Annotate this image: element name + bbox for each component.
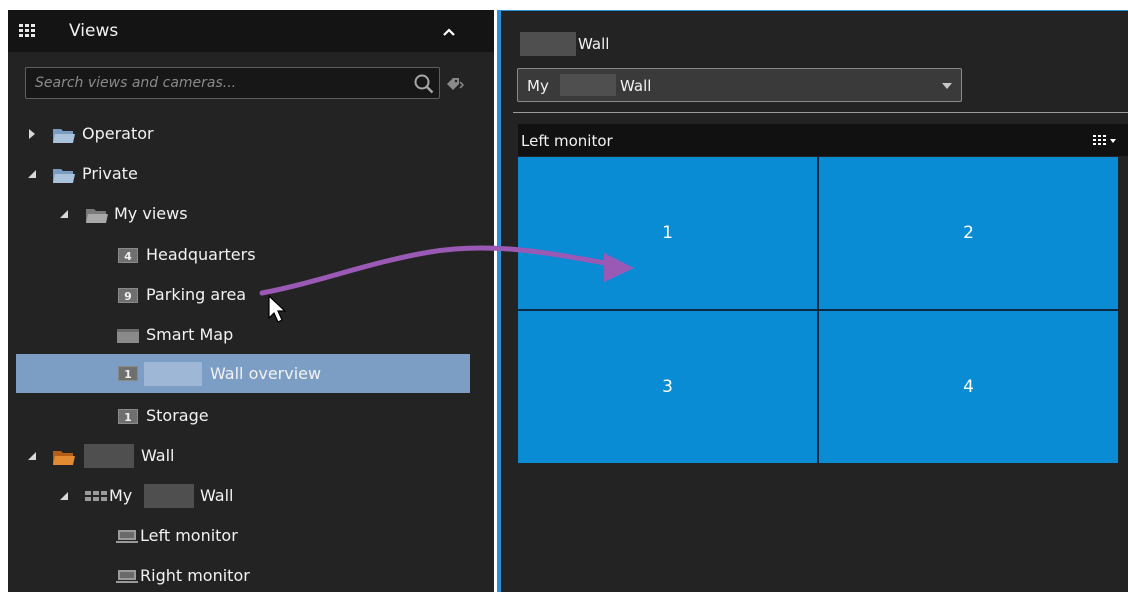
wall-select-dropdown[interactable]: My Wall bbox=[517, 68, 962, 102]
tree-item-storage[interactable]: 1 Storage bbox=[8, 398, 494, 434]
tree-item-wall-folder[interactable]: Wall bbox=[8, 438, 494, 474]
tree-item-my-views[interactable]: My views bbox=[8, 196, 494, 232]
tree-item-right-monitor[interactable]: Right monitor bbox=[8, 558, 494, 592]
cell-number: 4 bbox=[963, 377, 974, 397]
redacted-text bbox=[144, 362, 202, 386]
monitor-header: Left monitor bbox=[518, 124, 1128, 156]
tree-item-my-wall[interactable]: My Wall bbox=[8, 478, 494, 514]
collapse-arrow-icon[interactable] bbox=[27, 169, 37, 179]
folder-icon bbox=[53, 451, 75, 465]
layout-grid-icon[interactable] bbox=[1093, 135, 1106, 145]
tree-label-headquarters: Headquarters bbox=[146, 245, 256, 264]
tree-label-my-wall-suffix: Wall bbox=[200, 486, 234, 505]
collapse-arrow-icon[interactable] bbox=[27, 451, 37, 461]
search-input[interactable] bbox=[26, 68, 406, 98]
tree-label-operator: Operator bbox=[82, 124, 154, 143]
tree-item-wall-overview[interactable]: 1 Wall overview bbox=[16, 354, 470, 393]
cell-number: 1 bbox=[662, 223, 673, 243]
wall-panel-title: Wall bbox=[578, 35, 610, 53]
tree-item-smart-map[interactable]: Smart Map bbox=[8, 317, 494, 353]
tree-label-wall-overview: Wall overview bbox=[210, 364, 322, 383]
view-count-badge: 1 bbox=[118, 409, 138, 424]
folder-icon bbox=[53, 129, 75, 143]
cell-number: 3 bbox=[662, 377, 673, 397]
search-icon[interactable] bbox=[413, 73, 435, 95]
smart-map-icon bbox=[117, 329, 139, 343]
collapse-arrow-icon[interactable] bbox=[59, 491, 69, 501]
view-count-badge: 9 bbox=[118, 288, 138, 303]
view-cell-4[interactable]: 4 bbox=[819, 311, 1118, 463]
tree-item-parking-area[interactable]: 9 Parking area bbox=[8, 277, 494, 313]
folder-icon bbox=[53, 169, 75, 183]
view-cell-2[interactable]: 2 bbox=[819, 157, 1118, 309]
tree-item-headquarters[interactable]: 4 Headquarters bbox=[8, 237, 494, 273]
monitor-title: Left monitor bbox=[521, 132, 613, 150]
monitor-view-grid: 1 2 3 4 bbox=[518, 157, 1118, 463]
redacted-text bbox=[560, 74, 616, 96]
tree-item-private[interactable]: Private bbox=[8, 156, 494, 192]
separator bbox=[513, 112, 1128, 113]
view-cell-3[interactable]: 3 bbox=[518, 311, 817, 463]
views-grid-icon bbox=[19, 24, 36, 38]
tag-icon[interactable] bbox=[445, 76, 465, 94]
chevron-down-icon[interactable] bbox=[942, 83, 952, 89]
tree-label-parking-area: Parking area bbox=[146, 285, 247, 304]
views-panel-header: Views bbox=[8, 10, 494, 52]
tree-label-private: Private bbox=[82, 164, 138, 183]
dropdown-value-prefix: My bbox=[527, 77, 549, 95]
tree-label-my-views: My views bbox=[114, 204, 188, 223]
views-panel-title: Views bbox=[69, 21, 119, 41]
tree-label-my-wall-prefix: My bbox=[109, 486, 133, 505]
monitor-icon bbox=[116, 570, 138, 583]
collapse-arrow-icon[interactable] bbox=[59, 209, 69, 219]
redacted-text bbox=[520, 32, 576, 56]
tree-label-left-monitor: Left monitor bbox=[140, 526, 238, 545]
dropdown-value-suffix: Wall bbox=[620, 77, 652, 95]
redacted-text bbox=[144, 484, 194, 508]
chevron-up-icon[interactable] bbox=[442, 27, 456, 37]
tree-item-left-monitor[interactable]: Left monitor bbox=[8, 518, 494, 554]
wall-panel: Wall My Wall Left monitor 1 2 3 4 bbox=[501, 10, 1128, 592]
view-count-badge: 1 bbox=[118, 366, 138, 381]
tree-item-operator[interactable]: Operator bbox=[8, 116, 494, 152]
folder-icon bbox=[86, 209, 108, 223]
tree-label-wall-folder: Wall bbox=[141, 446, 175, 465]
search-box bbox=[25, 67, 440, 99]
tree-label-smart-map: Smart Map bbox=[146, 325, 234, 344]
chevron-down-icon[interactable] bbox=[1110, 139, 1116, 143]
view-count-badge: 4 bbox=[118, 248, 138, 263]
views-panel: Views Operator Private bbox=[8, 10, 494, 592]
video-wall-icon bbox=[85, 491, 107, 501]
monitor-icon bbox=[116, 530, 138, 543]
expand-arrow-icon[interactable] bbox=[27, 129, 37, 139]
tree-label-right-monitor: Right monitor bbox=[140, 566, 250, 585]
tree-label-storage: Storage bbox=[146, 406, 209, 425]
cell-number: 2 bbox=[963, 223, 974, 243]
view-cell-1[interactable]: 1 bbox=[518, 157, 817, 309]
redacted-text bbox=[84, 444, 134, 468]
